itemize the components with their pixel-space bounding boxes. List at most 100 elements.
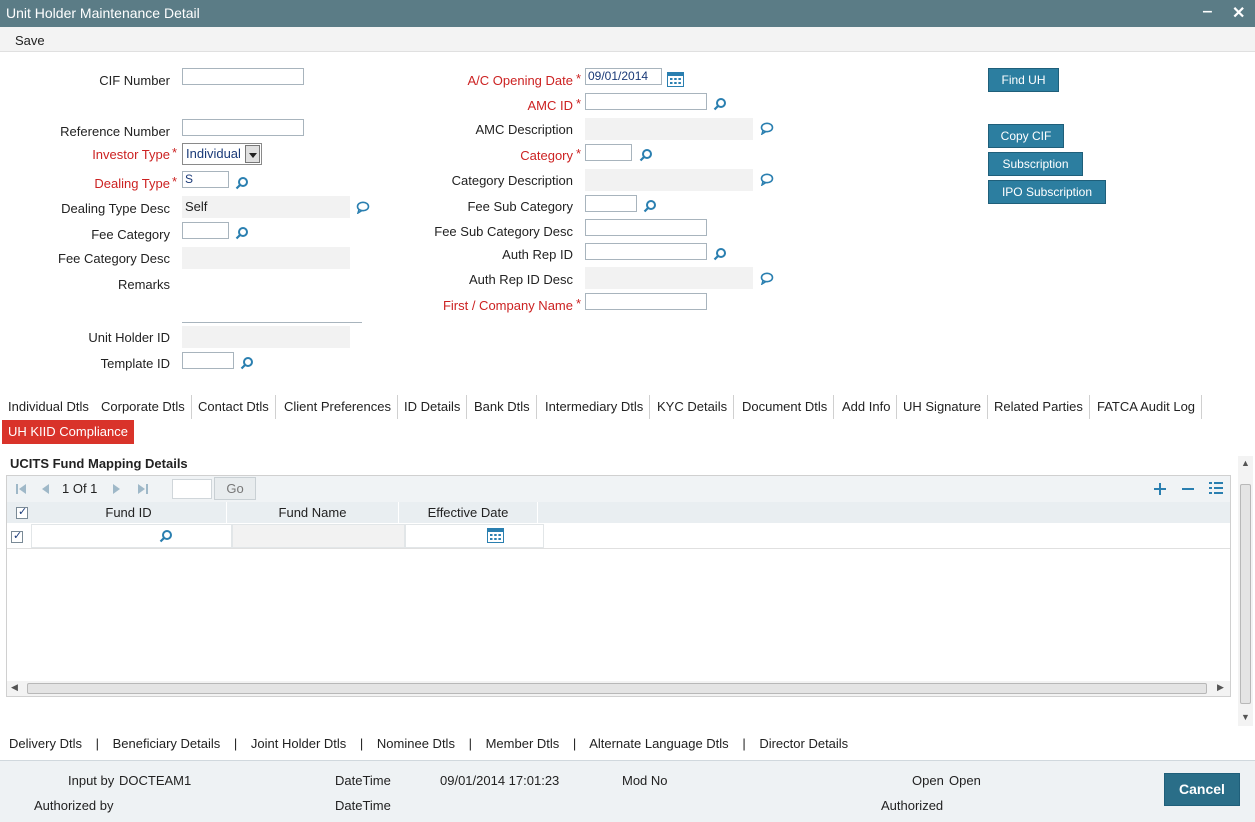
opening-date-input[interactable]: 09/01/2014 [585,68,662,85]
link-separator: | [572,736,577,751]
tab-id-details[interactable]: ID Details [398,395,468,419]
remarks-textarea[interactable] [182,273,362,323]
link-nominee-dtls[interactable]: Nominee Dtls [377,736,455,751]
tab-intermediary-dtls[interactable]: Intermediary Dtls [539,395,651,419]
fund-mapping-grid: 1 Of 1 Go Fund ID Fund Name Effective Da… [6,475,1231,697]
horizontal-scrollbar[interactable]: ◀ ▶ [7,681,1230,696]
minimize-button[interactable]: ‒ [1203,3,1212,21]
speech-bubble-icon[interactable] [760,122,774,135]
search-icon[interactable] [643,199,657,213]
subscription-button[interactable]: Subscription [988,152,1083,176]
speech-bubble-icon[interactable] [760,173,774,186]
dropdown-arrow-icon[interactable] [245,145,260,163]
link-beneficiary-details[interactable]: Beneficiary Details [113,736,221,751]
authorized-label: Authorized [881,798,944,813]
scroll-right-arrow-icon[interactable]: ▶ [1217,682,1224,693]
tab-uh-kiid-compliance[interactable]: UH KIID Compliance [2,420,134,444]
horizontal-scroll-thumb[interactable] [27,683,1207,694]
previous-page-icon[interactable] [39,483,51,495]
fee-category-desc-value [182,247,350,269]
add-row-icon[interactable] [1154,483,1166,495]
link-member-dtls[interactable]: Member Dtls [486,736,560,751]
link-director-details[interactable]: Director Details [759,736,848,751]
amc-id-input[interactable] [585,93,707,110]
dealing-type-input[interactable]: S [182,171,229,188]
toolbar: Save [0,27,1255,52]
remarks-label: Remarks [117,277,170,292]
fee-category-input[interactable] [182,222,229,239]
reference-number-input[interactable] [182,119,304,136]
open-label: Open [912,773,944,788]
tab-related-parties[interactable]: Related Parties [988,395,1090,419]
investor-type-select[interactable]: Individual [182,143,262,165]
next-page-icon[interactable] [111,483,123,495]
fee-sub-category-input[interactable] [585,195,637,212]
calendar-icon[interactable] [667,72,684,87]
column-header-fund-id[interactable]: Fund ID [31,502,227,523]
search-icon[interactable] [639,148,653,162]
table-row [7,523,1230,549]
category-description-value [585,169,753,191]
vertical-scrollbar[interactable]: ▲ ▼ [1238,456,1253,726]
search-icon[interactable] [240,356,254,370]
vertical-scroll-thumb[interactable] [1240,484,1251,704]
ipo-subscription-button[interactable]: IPO Subscription [988,180,1106,204]
auth-rep-id-input[interactable] [585,243,707,260]
tab-bank-dtls[interactable]: Bank Dtls [468,395,537,419]
close-button[interactable]: ✕ [1232,3,1245,23]
fee-category-label: Fee Category [91,227,170,242]
list-view-icon[interactable] [1209,481,1223,495]
page-number-input[interactable] [172,479,212,499]
required-marker: * [576,146,582,161]
scroll-up-arrow-icon[interactable]: ▲ [1241,458,1250,468]
first-company-name-input[interactable] [585,293,707,310]
tab-fatca-audit-log[interactable]: FATCA Audit Log [1091,395,1203,419]
template-id-input[interactable] [182,352,234,369]
dealing-type-desc-value: Self [182,196,350,218]
scroll-left-arrow-icon[interactable]: ◀ [11,682,18,693]
auth-rep-id-desc-value [585,267,753,289]
search-icon[interactable] [713,97,727,111]
category-input[interactable] [585,144,632,161]
search-icon[interactable] [713,247,727,261]
link-delivery-dtls[interactable]: Delivery Dtls [9,736,82,751]
link-alternate-language-dtls[interactable]: Alternate Language Dtls [589,736,728,751]
fee-sub-category-desc-input[interactable] [585,219,707,236]
first-page-icon[interactable] [15,483,27,495]
fund-id-cell-input[interactable] [31,524,232,548]
find-uh-button[interactable]: Find UH [988,68,1059,92]
amc-description-value [585,118,753,140]
column-header-fund-name[interactable]: Fund Name [227,502,399,523]
tab-individual-dtls[interactable]: Individual Dtls [2,395,96,419]
effective-date-cell-input[interactable] [405,524,544,548]
search-icon[interactable] [159,529,173,543]
link-joint-holder-dtls[interactable]: Joint Holder Dtls [251,736,346,751]
tab-uh-signature[interactable]: UH Signature [897,395,989,419]
tab-add-info[interactable]: Add Info [836,395,898,419]
search-icon[interactable] [235,176,249,190]
tab-document-dtls[interactable]: Document Dtls [736,395,835,419]
tab-client-preferences[interactable]: Client Preferences [278,395,398,419]
delete-row-icon[interactable] [1182,483,1194,495]
speech-bubble-icon[interactable] [356,201,370,214]
tab-corporate-dtls[interactable]: Corporate Dtls [95,395,192,419]
search-icon[interactable] [235,226,249,240]
tab-contact-dtls[interactable]: Contact Dtls [192,395,276,419]
scroll-down-arrow-icon[interactable]: ▼ [1241,712,1250,722]
amc-description-label: AMC Description [475,122,573,137]
cif-number-input[interactable] [182,68,304,85]
fee-category-desc-label: Fee Category Desc [58,251,170,266]
last-page-icon[interactable] [137,483,149,495]
investor-type-value: Individual [186,146,241,161]
row-checkbox[interactable] [11,529,23,543]
save-button[interactable]: Save [15,33,45,48]
speech-bubble-icon[interactable] [760,272,774,285]
copy-cif-button[interactable]: Copy CIF [988,124,1064,148]
go-button[interactable]: Go [214,477,256,500]
select-all-checkbox[interactable] [16,505,28,519]
cancel-button[interactable]: Cancel [1164,773,1240,806]
column-header-effective-date[interactable]: Effective Date [399,502,538,523]
tab-kyc-details[interactable]: KYC Details [651,395,735,419]
template-id-label: Template ID [100,356,170,371]
calendar-icon[interactable] [487,528,504,543]
